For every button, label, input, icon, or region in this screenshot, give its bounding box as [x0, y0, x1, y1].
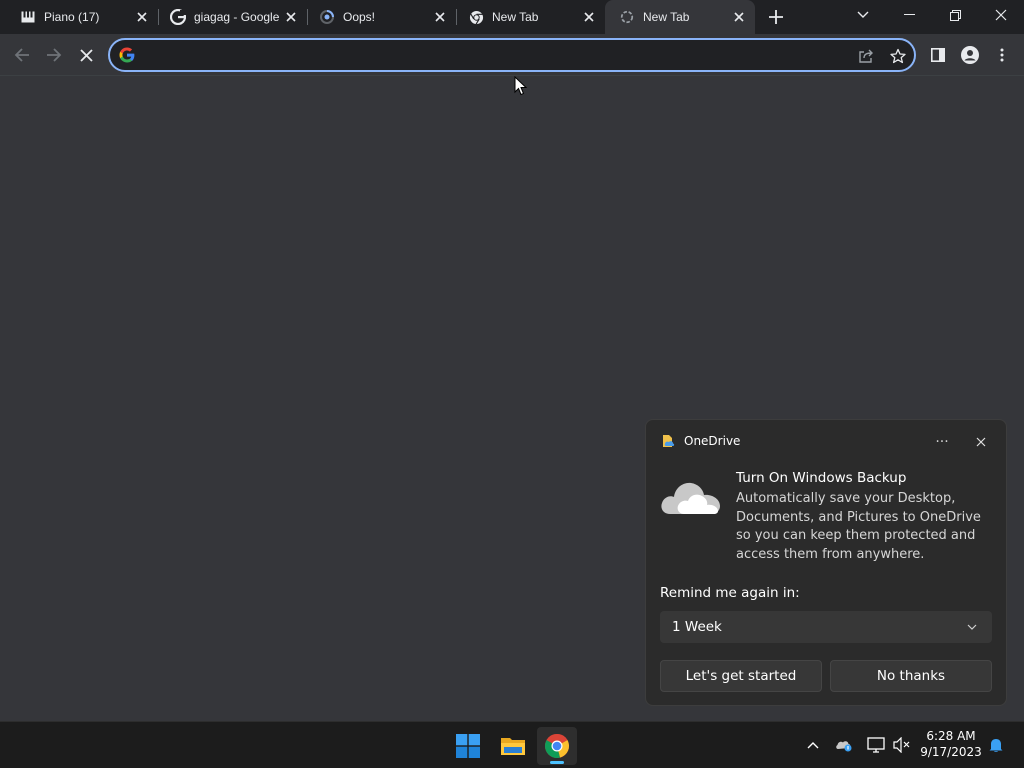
onedrive-app-icon: [662, 434, 675, 448]
chevron-down-icon: [966, 621, 978, 633]
notification-body: Automatically save your Desktop, Documen…: [736, 491, 981, 562]
tab-new-tab[interactable]: New Tab: [450, 0, 605, 34]
tab-title: Piano (17): [44, 10, 100, 24]
notification-app-name: OneDrive: [684, 434, 741, 448]
more-options-button[interactable]: ···: [930, 432, 954, 452]
loading-spinner-icon: [319, 9, 335, 25]
forward-button[interactable]: [38, 39, 70, 71]
browser-toolbar: [0, 34, 1024, 76]
notification-bell-icon[interactable]: [986, 735, 1006, 755]
address-bar[interactable]: [108, 38, 916, 72]
taskbar: 6:28 AM 9/17/2023: [0, 721, 1024, 768]
chrome-icon: [468, 9, 484, 25]
clock-date: 9/17/2023: [920, 745, 982, 759]
share-icon[interactable]: [856, 46, 876, 66]
restore-button[interactable]: [932, 0, 978, 30]
google-icon: [119, 47, 135, 63]
tab-piano[interactable]: Piano (17): [2, 0, 158, 34]
back-button[interactable]: [6, 39, 38, 71]
side-panel-button[interactable]: [926, 43, 950, 67]
cloud-icon: [660, 476, 722, 518]
piano-icon: [20, 9, 36, 25]
file-explorer-button[interactable]: [493, 727, 533, 765]
close-icon[interactable]: [283, 9, 299, 25]
remind-interval-select[interactable]: 1 Week: [660, 611, 992, 643]
loading-spinner-icon: [619, 9, 635, 25]
tab-title: Oops!: [343, 10, 376, 24]
tab-new-tab-active[interactable]: New Tab: [605, 0, 755, 34]
tab-title: New Tab: [643, 10, 690, 24]
tab-oops[interactable]: Oops!: [301, 0, 456, 34]
no-thanks-button[interactable]: No thanks: [830, 660, 992, 692]
close-icon[interactable]: [432, 9, 448, 25]
stop-loading-button[interactable]: [70, 39, 102, 71]
volume-muted-icon[interactable]: [892, 735, 912, 755]
google-icon: [170, 9, 186, 25]
chrome-taskbar-button[interactable]: [537, 727, 577, 765]
system-clock[interactable]: 6:28 AM 9/17/2023: [916, 728, 986, 760]
minimize-button[interactable]: [886, 0, 932, 30]
tab-title: giagag - Google: [194, 10, 280, 24]
notification-app-header: OneDrive: [662, 434, 740, 448]
window-close-button[interactable]: [978, 0, 1024, 30]
close-icon[interactable]: [134, 9, 150, 25]
tab-title: New Tab: [492, 10, 539, 24]
file-explorer-icon: [501, 738, 525, 755]
notification-title: Turn On Windows Backup: [736, 470, 907, 486]
network-icon[interactable]: [866, 735, 886, 755]
lets-get-started-button[interactable]: Let's get started: [660, 660, 822, 692]
remind-label: Remind me again in:: [660, 585, 800, 601]
onedrive-tray-icon[interactable]: [834, 735, 854, 755]
close-icon[interactable]: [731, 9, 747, 25]
clock-time: 6:28 AM: [926, 729, 976, 743]
profile-icon[interactable]: [958, 43, 982, 67]
start-button[interactable]: [448, 727, 488, 765]
start-icon: [456, 734, 480, 758]
tab-search-button[interactable]: [840, 0, 886, 30]
chrome-icon: [545, 733, 569, 758]
tab-google[interactable]: giagag - Google: [152, 0, 307, 34]
new-tab-button[interactable]: [764, 5, 788, 29]
close-icon[interactable]: [581, 9, 597, 25]
address-input[interactable]: [146, 46, 846, 66]
notification-close-button[interactable]: [970, 432, 992, 452]
menu-kebab-icon[interactable]: [990, 43, 1014, 67]
bookmark-star-icon[interactable]: [888, 46, 908, 66]
remind-selected-value: 1 Week: [672, 619, 722, 635]
show-hidden-icons-chevron-up-icon[interactable]: [803, 735, 823, 755]
onedrive-notification: OneDrive ··· Turn On Windows Backup Auto…: [645, 419, 1007, 706]
tab-strip: Piano (17) giagag - Google Oops! New Tab: [0, 0, 1024, 34]
active-app-indicator: [550, 761, 564, 764]
mouse-cursor-icon: [514, 75, 528, 96]
